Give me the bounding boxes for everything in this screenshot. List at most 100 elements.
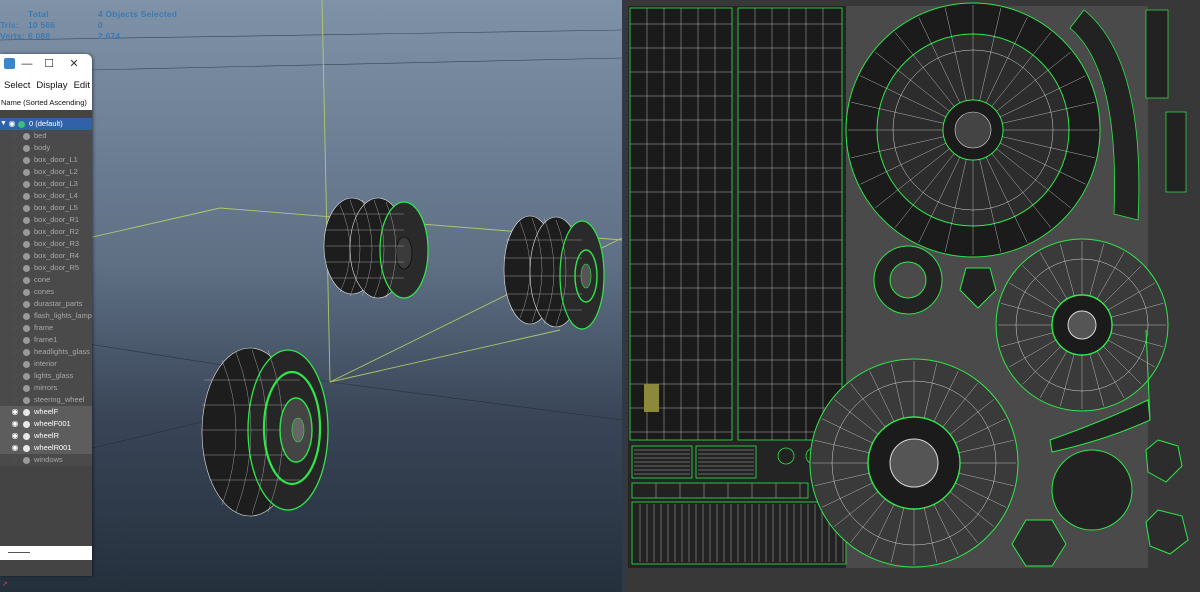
outliner-item-label: wheelF001: [34, 419, 71, 428]
outliner-item[interactable]: ◌ box_door_R5: [0, 262, 92, 274]
outliner-item-label: interior: [34, 359, 57, 368]
menu-display[interactable]: Display: [36, 80, 67, 91]
eye-icon[interactable]: ◌: [10, 382, 20, 394]
object-dot-icon: [23, 385, 30, 392]
outliner-item-label: frame: [34, 323, 54, 332]
eye-icon[interactable]: ◉: [10, 406, 20, 418]
outliner-item-label: durastar_parts: [34, 299, 83, 308]
object-dot-icon: [23, 241, 30, 248]
outliner-item[interactable]: ◌ cone: [0, 274, 92, 286]
uv-editor[interactable]: [626, 0, 1200, 592]
object-dot-icon: [23, 373, 30, 380]
outliner-footer: [0, 560, 92, 576]
eye-icon[interactable]: ◌: [10, 130, 20, 142]
outliner-item[interactable]: ◌ box_door_R3: [0, 238, 92, 250]
eye-icon[interactable]: ◌: [10, 298, 20, 310]
outliner-sort-header[interactable]: Name (Sorted Ascending): [0, 96, 92, 110]
outliner-item[interactable]: ◌ bed: [0, 130, 92, 142]
outliner-item[interactable]: ◌ box_door_R1: [0, 214, 92, 226]
outliner-item[interactable]: ◌ frame1: [0, 334, 92, 346]
eye-icon[interactable]: ◉: [10, 442, 20, 454]
axis-gizmo-icon: ↗: [2, 581, 8, 588]
wheel-rear-right: [503, 215, 605, 330]
outliner-item[interactable]: ◌ body: [0, 142, 92, 154]
outliner-menubar: Select Display Edit: [0, 74, 92, 96]
outliner-window[interactable]: — ☐ ✕ Select Display Edit Name (Sorted A…: [0, 54, 92, 576]
outliner-item[interactable]: ◌ flash_lights_lamp: [0, 310, 92, 322]
outliner-item[interactable]: ◌ box_door_L1: [0, 154, 92, 166]
eye-icon[interactable]: ◌: [10, 202, 20, 214]
wheel-front: [201, 347, 329, 517]
close-button[interactable]: ✕: [67, 56, 81, 72]
layer-row-default[interactable]: ▼ ◉ 0 (default): [0, 118, 92, 130]
menu-edit[interactable]: Edit: [74, 80, 90, 91]
object-dot-icon: [23, 157, 30, 164]
outliner-item[interactable]: ◌ box_door_R2: [0, 226, 92, 238]
eye-icon[interactable]: ◌: [10, 334, 20, 346]
outliner-list: ▼ ◉ 0 (default) ◌ bed ◌ body ◌ box_door_L1 ◌ bo…: [0, 118, 92, 466]
eye-icon[interactable]: ◌: [10, 394, 20, 406]
outliner-item[interactable]: ◉ wheelF: [0, 406, 92, 418]
minimize-button[interactable]: —: [20, 56, 34, 72]
outliner-item[interactable]: ◌ box_door_L5: [0, 202, 92, 214]
outliner-item[interactable]: ◌ windows: [0, 454, 92, 466]
outliner-item-label: headlights_glass: [34, 347, 90, 356]
outliner-item[interactable]: ◌ cones: [0, 286, 92, 298]
eye-icon[interactable]: ◌: [10, 142, 20, 154]
outliner-item[interactable]: ◉ wheelF001: [0, 418, 92, 430]
eye-icon[interactable]: ◌: [10, 154, 20, 166]
outliner-item[interactable]: ◌ box_door_L4: [0, 190, 92, 202]
object-dot-icon: [23, 181, 30, 188]
outliner-item[interactable]: ◌ steering_wheel: [0, 394, 92, 406]
outliner-item[interactable]: ◌ frame: [0, 322, 92, 334]
outliner-item[interactable]: ◌ mirrors: [0, 382, 92, 394]
object-dot-icon: [23, 349, 30, 356]
object-dot-icon: [23, 421, 30, 428]
outliner-item[interactable]: ◉ wheelR: [0, 430, 92, 442]
outliner-item[interactable]: ◌ durastar_parts: [0, 298, 92, 310]
outliner-item-label: frame1: [34, 335, 58, 344]
outliner-item-label: steering_wheel: [34, 395, 85, 404]
outliner-item[interactable]: ◉ wheelR001: [0, 442, 92, 454]
eye-icon[interactable]: ◌: [10, 358, 20, 370]
eye-icon[interactable]: ◌: [10, 454, 20, 466]
object-dot-icon: [23, 457, 30, 464]
resize-handle-icon[interactable]: [8, 552, 30, 553]
outliner-item[interactable]: ◌ box_door_L3: [0, 178, 92, 190]
eye-icon[interactable]: ◌: [10, 250, 20, 262]
hud-total-label: Total: [28, 9, 49, 19]
object-dot-icon: [23, 445, 30, 452]
eye-icon[interactable]: ◌: [10, 238, 20, 250]
outliner-item-label: cone: [34, 275, 51, 284]
outliner-item[interactable]: ◌ lights_glass: [0, 370, 92, 382]
eye-icon[interactable]: ◌: [10, 166, 20, 178]
eye-icon[interactable]: ◌: [10, 262, 20, 274]
outliner-item[interactable]: ◌ box_door_L2: [0, 166, 92, 178]
object-dot-icon: [23, 133, 30, 140]
eye-icon[interactable]: ◌: [10, 370, 20, 382]
outliner-item[interactable]: ◌ interior: [0, 358, 92, 370]
3d-viewport[interactable]: Total 4 Objects Selected Tris: 10 566 0 …: [0, 0, 622, 592]
eye-icon[interactable]: ◌: [10, 322, 20, 334]
eye-icon[interactable]: ◌: [10, 214, 20, 226]
eye-icon[interactable]: ◌: [10, 190, 20, 202]
eye-icon[interactable]: ◉: [10, 418, 20, 430]
outliner-item[interactable]: ◌ headlights_glass: [0, 346, 92, 358]
hud-tris-label: Tris:: [0, 20, 19, 30]
outliner-titlebar[interactable]: — ☐ ✕: [0, 54, 92, 74]
eye-icon[interactable]: ◌: [10, 226, 20, 238]
hud-tris-selected: 0: [98, 20, 103, 30]
eye-icon[interactable]: ◌: [10, 346, 20, 358]
eye-icon[interactable]: ◌: [10, 310, 20, 322]
eye-icon[interactable]: ◌: [10, 274, 20, 286]
object-dot-icon: [23, 169, 30, 176]
outliner-item[interactable]: ◌ box_door_R4: [0, 250, 92, 262]
eye-icon[interactable]: ◉: [7, 118, 17, 130]
outliner-bottom-bar[interactable]: [0, 546, 92, 560]
eye-icon[interactable]: ◌: [10, 178, 20, 190]
eye-icon[interactable]: ◉: [10, 430, 20, 442]
menu-select[interactable]: Select: [4, 80, 30, 91]
maximize-button[interactable]: ☐: [42, 56, 56, 72]
eye-icon[interactable]: ◌: [10, 286, 20, 298]
expand-triangle-icon[interactable]: ▼: [0, 118, 7, 130]
